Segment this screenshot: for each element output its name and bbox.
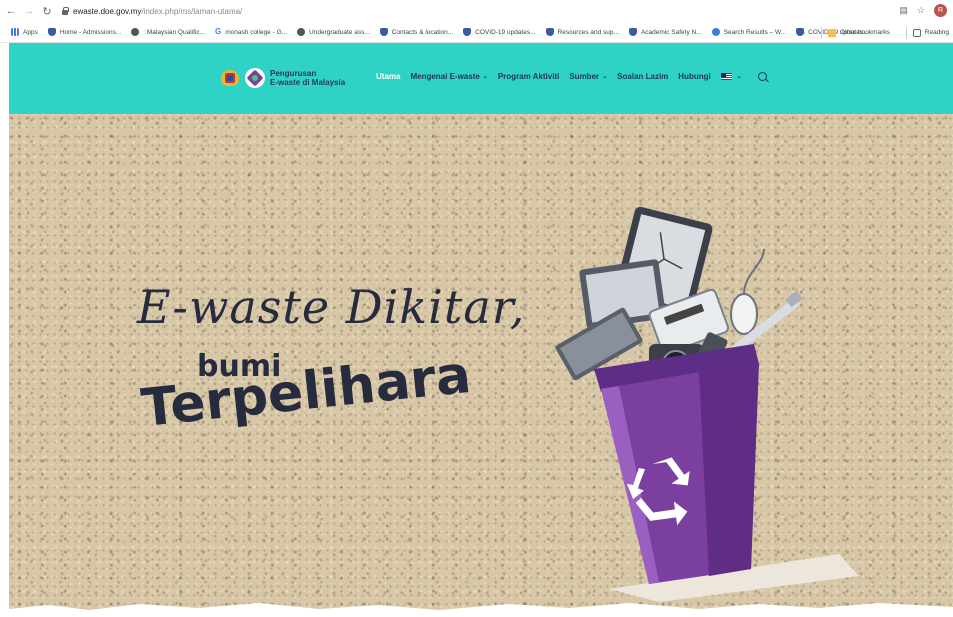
globe-icon (131, 28, 140, 36)
apps-icon (11, 28, 19, 36)
language-switcher[interactable]: ⌄ (720, 73, 742, 80)
more-bookmarks-button[interactable]: » (800, 28, 804, 37)
bookmarks-bar: Apps Home - Admissions... : Malaysian Qu… (0, 22, 953, 43)
divider (905, 26, 907, 39)
nav-item-hubungi[interactable]: Hubungi (678, 72, 710, 81)
chevron-down-icon: ⌄ (482, 74, 488, 80)
forward-arrow-icon[interactable]: → (22, 4, 36, 18)
star-icon[interactable]: ☆ (917, 5, 925, 16)
nav-item-soalan-lazim[interactable]: Soalan Lazim (617, 72, 668, 81)
main-nav: Utama Mengenai E-waste ⌄ Program Aktiviti… (376, 72, 767, 81)
bookmark-item[interactable]: Gmonash college - G... (215, 28, 287, 36)
bookmark-label: Search Results – W... (723, 28, 787, 36)
bookmark-label: : Malaysian Qualific... (143, 28, 206, 36)
bookmark-item[interactable]: Resources and sup... (545, 28, 619, 36)
nav-label: Soalan Lazim (617, 72, 669, 81)
bookmark-item[interactable]: Home - Admissions... (47, 28, 122, 36)
malaysia-crest-icon (219, 67, 241, 89)
profile-avatar[interactable]: R (934, 4, 947, 17)
reading-list[interactable]: Reading (912, 28, 949, 37)
other-bookmarks-label: Other bookmarks (839, 29, 890, 36)
shield-icon (379, 28, 388, 36)
divider (820, 26, 822, 39)
bookmark-item[interactable]: Contacts & location... (379, 28, 454, 36)
bookmark-label: COVID-19 updates... (475, 28, 536, 36)
shield-icon (47, 28, 56, 36)
site-header: Pengurusan E-waste di Malaysia Utama Men… (9, 43, 953, 114)
bookmark-apps[interactable]: Apps (11, 28, 38, 36)
nav-item-utama[interactable]: Utama (376, 72, 400, 81)
nav-label: Mengenai E-waste (410, 72, 480, 81)
nav-label: Utama (376, 72, 401, 81)
nav-label: Sumber (569, 72, 600, 81)
logo-line-1: Pengurusan (270, 69, 317, 78)
site-logo[interactable]: Pengurusan E-waste di Malaysia (219, 67, 345, 89)
chevron-down-icon: ⌄ (736, 74, 742, 80)
doe-emblem-icon (245, 68, 265, 88)
mouse-icon (730, 293, 758, 335)
globe-icon (297, 28, 306, 36)
bookmark-label: Contacts & location... (391, 28, 454, 36)
folder-icon (827, 28, 836, 37)
lock-icon (62, 7, 69, 15)
hero-headline: E-waste Dikitar, (137, 280, 526, 334)
bookmark-label: Apps (23, 28, 38, 36)
url-host: ewaste.doe.gov.my (73, 6, 142, 16)
shield-icon (545, 28, 554, 36)
bookmark-label: Home - Admissions... (59, 28, 122, 36)
bookmark-item[interactable]: Search Results – W... (711, 28, 787, 36)
bookmark-label: Academic Safety N... (640, 28, 702, 36)
browser-toolbar: ← → ↻ ewaste.doe.gov.my/index.php/ms/lam… (0, 0, 953, 22)
nav-item-sumber[interactable]: Sumber ⌄ (569, 72, 607, 81)
bookmark-item[interactable]: COVID-19 updates... (463, 28, 536, 36)
google-icon: G (215, 27, 222, 36)
address-bar[interactable]: ewaste.doe.gov.my/index.php/ms/laman-uta… (62, 4, 242, 18)
logo-line-2: E-waste di Malaysia (270, 78, 346, 87)
search-icon[interactable] (757, 72, 767, 81)
translate-icon[interactable]: ▤ (899, 5, 908, 16)
globe-icon (711, 28, 720, 36)
shield-icon (463, 28, 472, 36)
other-bookmarks[interactable]: Other bookmarks (827, 28, 890, 37)
chevron-down-icon: ⌄ (602, 74, 608, 80)
bookmark-label: monash college - G... (225, 28, 288, 36)
back-arrow-icon[interactable]: ← (4, 4, 18, 18)
bookmark-item[interactable]: Undergraduate ass... (297, 28, 370, 36)
bookmark-item[interactable]: Academic Safety N... (628, 28, 702, 36)
bookmark-item[interactable]: : Malaysian Qualific... (131, 28, 205, 36)
bookmark-label: Undergraduate ass... (309, 28, 370, 36)
nav-item-program-aktiviti[interactable]: Program Aktiviti (498, 72, 560, 81)
bookmark-label: Resources and sup... (557, 28, 619, 36)
hero-banner: E-waste Dikitar, bumi Terpelihara (9, 114, 953, 617)
reading-list-label: Reading (924, 29, 949, 36)
reload-icon[interactable]: ↻ (40, 4, 54, 18)
uk-flag-icon (720, 73, 732, 80)
reading-list-icon (912, 28, 921, 37)
shield-icon (628, 28, 637, 36)
recycle-bin-illustration (555, 206, 859, 602)
hero-subline-2: Terpelihara (138, 344, 474, 439)
nav-label: Hubungi (678, 72, 711, 81)
url-path: /index.php/ms/laman-utama/ (141, 6, 243, 16)
nav-label: Program Aktiviti (497, 72, 560, 81)
nav-item-mengenai-e-waste[interactable]: Mengenai E-waste ⌄ (410, 72, 487, 81)
torn-paper-edge (9, 603, 953, 617)
